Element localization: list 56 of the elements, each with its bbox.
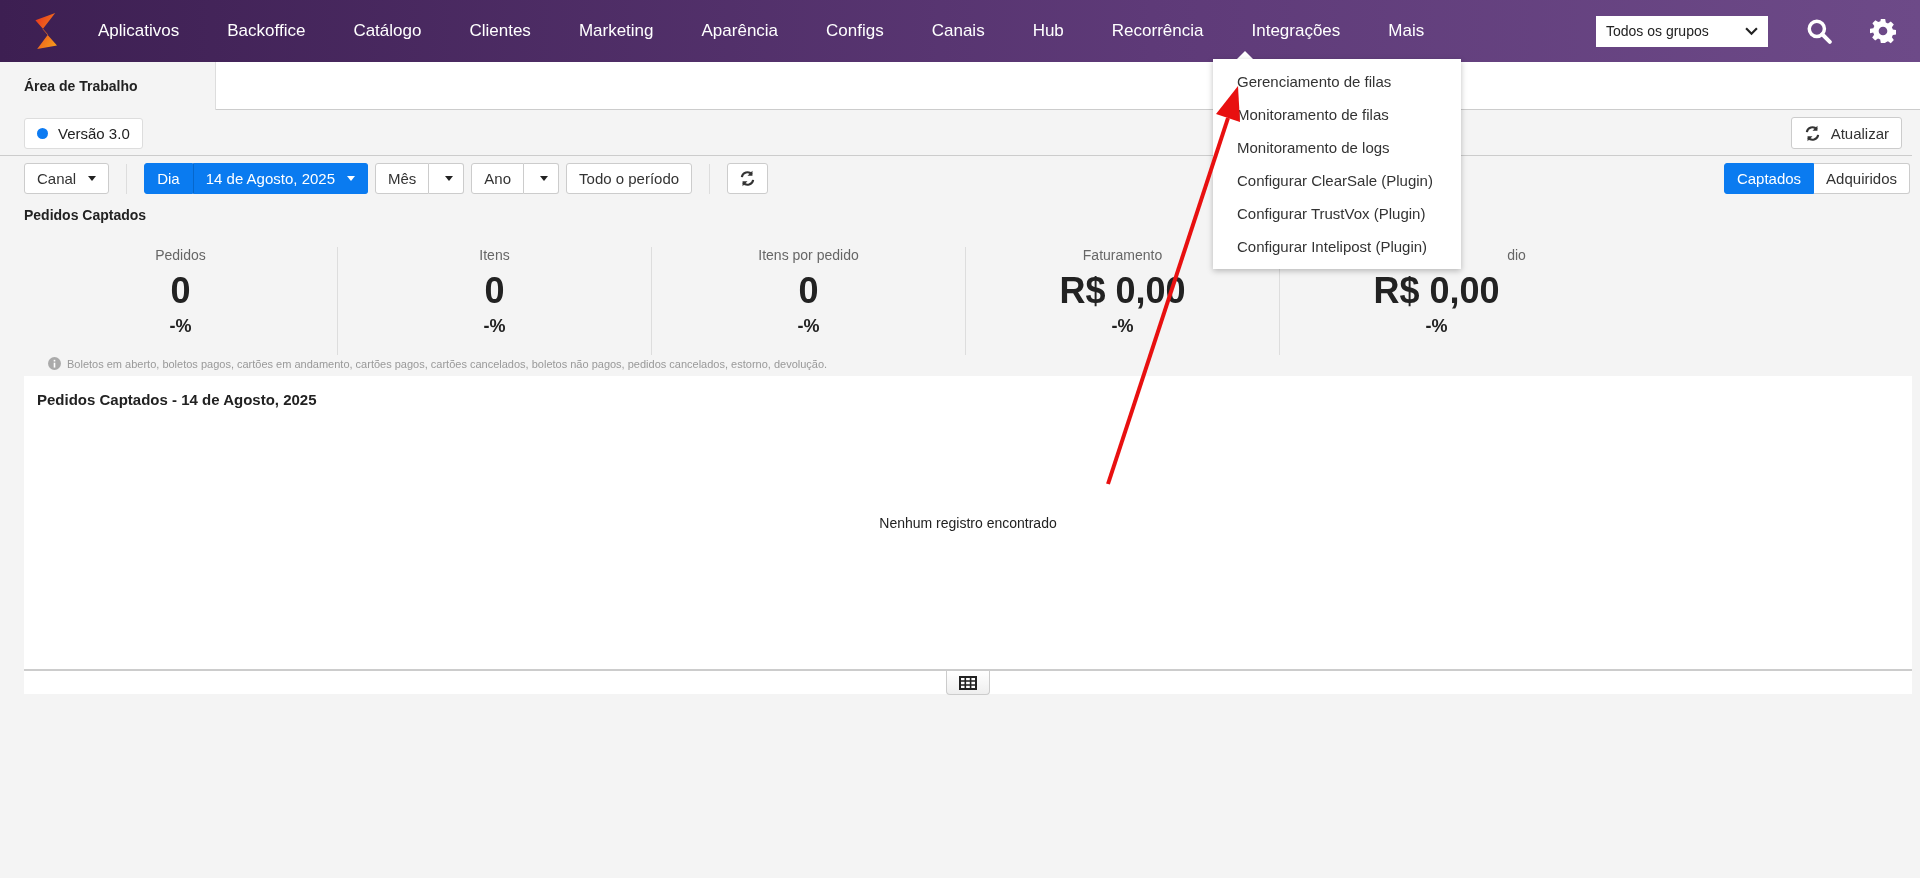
metric-change: -% <box>169 316 192 337</box>
metric-label: Faturamento <box>1082 247 1163 263</box>
reload-button[interactable] <box>727 163 769 194</box>
channel-dropdown[interactable]: Canal <box>24 163 110 194</box>
nav-item[interactable]: Catálogo <box>329 21 446 41</box>
metric-value: 0 <box>798 272 819 310</box>
nav-item[interactable]: Mais <box>1364 21 1449 41</box>
refresh-icon <box>739 170 757 187</box>
menu-item[interactable]: Gerenciamento de filas <box>1213 65 1461 98</box>
nav-item[interactable]: Canais <box>907 21 1009 41</box>
refresh-button[interactable]: Atualizar <box>1790 117 1902 149</box>
metric-label: dio <box>1507 247 1526 263</box>
chart-title: Pedidos Captados - 14 de Agosto, 2025 <box>36 390 318 408</box>
metric-change: -% <box>1111 316 1134 337</box>
nav-item[interactable]: Integrações <box>1227 21 1365 41</box>
nav-item[interactable]: Clientes <box>445 21 555 41</box>
refresh-icon <box>1803 124 1821 142</box>
menu-item[interactable]: Configurar TrustVox (Plugin) <box>1213 197 1461 230</box>
table-view-button[interactable] <box>946 671 990 695</box>
period-button[interactable]: Dia <box>144 163 193 194</box>
group-select[interactable]: Todos os grupos <box>1596 15 1768 47</box>
period-button[interactable]: Ano <box>471 163 525 194</box>
metric-change: -% <box>483 316 506 337</box>
period-button[interactable]: Mês <box>375 163 430 194</box>
nav-item[interactable]: Backoffice <box>203 21 330 41</box>
metric-value: 0 <box>484 272 505 310</box>
nav-item[interactable]: Recorrência <box>1087 21 1228 41</box>
info-icon <box>48 357 61 370</box>
metric-value: R$ 0,00 <box>1373 272 1500 310</box>
metric-label: Itens <box>479 247 510 263</box>
view-toggle[interactable]: Adquiridos <box>1814 163 1910 194</box>
table-icon <box>959 675 977 690</box>
metric-label: Pedidos <box>155 247 206 263</box>
view-toggle[interactable]: Captados <box>1723 163 1815 194</box>
metric-value: 0 <box>170 272 191 310</box>
settings-icon[interactable] <box>1870 18 1896 44</box>
metric-change: -% <box>1425 316 1448 337</box>
menu-item[interactable]: Configurar Intelipost (Plugin) <box>1213 230 1461 263</box>
menu-item[interactable]: Monitoramento de logs <box>1213 131 1461 164</box>
nav-item[interactable]: Marketing <box>554 21 678 41</box>
date-dropdown[interactable]: 14 de Agosto, 2025 <box>192 163 368 194</box>
section-title: Pedidos Captados <box>24 207 147 223</box>
nav-item[interactable]: Aplicativos <box>74 21 204 41</box>
metric-label: Itens por pedido <box>758 247 859 263</box>
info-note: Boletos em aberto, boletos pagos, cartões em andamento, cartões pagos, cartões cancelados, boletos não pagos, pedidos cancelados, estorno, devolução. <box>67 357 828 370</box>
version-label: Versão 3.0 <box>58 124 130 142</box>
nav-item[interactable]: Aparência <box>677 21 803 41</box>
nav-item[interactable]: Hub <box>1008 21 1088 41</box>
empty-message: Nenhum registro encontrado <box>879 514 1057 531</box>
nav-item[interactable]: Configs <box>802 21 908 41</box>
search-icon[interactable] <box>1806 18 1832 44</box>
all-period-button[interactable]: Todo o período <box>566 163 693 194</box>
menu-item[interactable]: Configurar ClearSale (Plugin) <box>1213 164 1461 197</box>
metric-change: -% <box>797 316 820 337</box>
chevron-down-icon <box>1745 26 1758 36</box>
menu-item[interactable]: Monitoramento de filas <box>1213 98 1461 131</box>
